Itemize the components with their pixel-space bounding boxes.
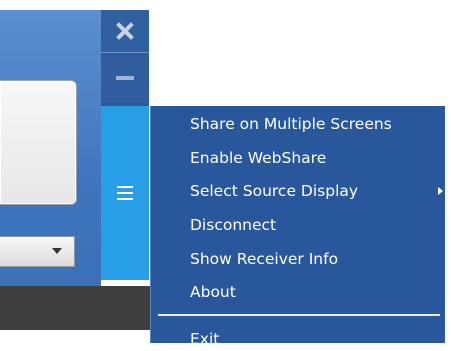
close-button[interactable] — [101, 10, 149, 53]
menu-item-disconnect[interactable]: Disconnect — [190, 213, 276, 237]
menu-item-about[interactable]: About — [190, 280, 236, 304]
close-icon — [116, 22, 134, 40]
menu-item-exit[interactable]: Exit — [190, 327, 219, 351]
menu-button[interactable] — [101, 106, 149, 280]
minimize-icon — [116, 76, 134, 80]
app-window — [0, 10, 101, 330]
chevron-right-icon — [438, 187, 443, 195]
preview-panel — [0, 80, 77, 205]
menu-item-select-source-display[interactable]: Select Source Display — [190, 179, 358, 203]
menu-item-enable-webshare[interactable]: Enable WebShare — [190, 146, 326, 170]
menu-separator — [158, 314, 440, 316]
minimize-button[interactable] — [101, 53, 149, 103]
menu-item-share-multiple-screens[interactable]: Share on Multiple Screens — [190, 112, 392, 136]
menu-item-show-receiver-info[interactable]: Show Receiver Info — [190, 247, 338, 271]
source-select[interactable] — [0, 236, 75, 267]
bottom-bar — [0, 286, 152, 330]
chevron-down-icon — [52, 248, 62, 254]
dropdown-menu: Share on Multiple Screens Enable WebShar… — [150, 106, 445, 348]
hamburger-icon — [117, 186, 133, 200]
